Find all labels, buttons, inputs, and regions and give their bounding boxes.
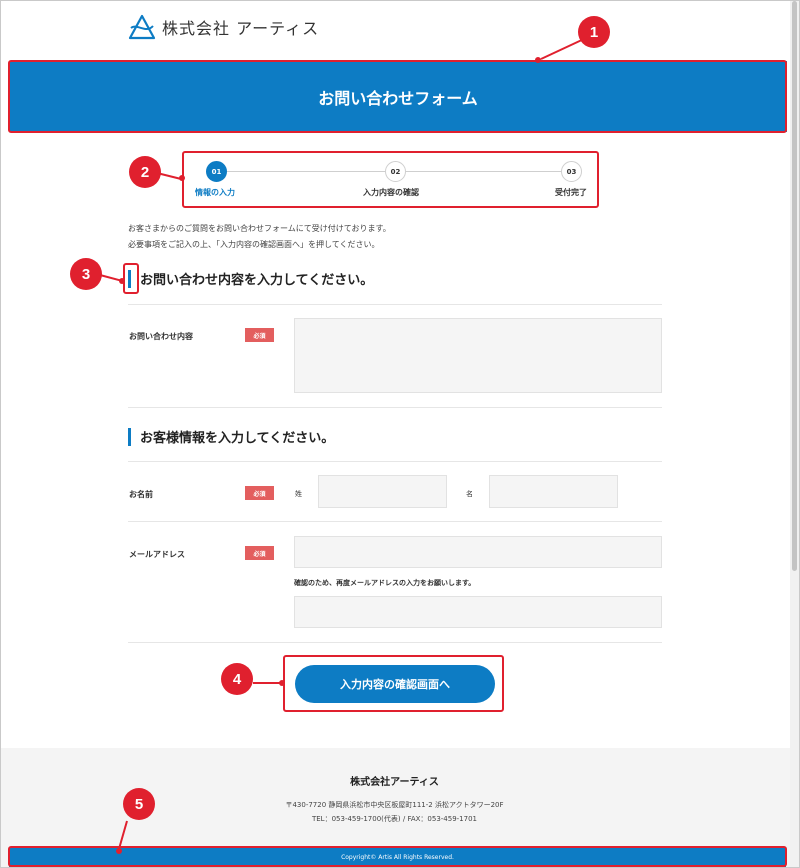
email-confirm-input[interactable] <box>294 596 662 628</box>
intro-line-1: お客さまからのご質問をお問い合わせフォームにて受け付けております。 <box>128 224 391 233</box>
annotation-box-1 <box>8 60 787 133</box>
required-badge: 必須 <box>245 328 274 342</box>
callout-2: 2 <box>129 156 161 188</box>
required-badge: 必須 <box>245 486 274 500</box>
callout-1-dot <box>535 57 541 63</box>
first-name-input[interactable] <box>489 475 618 508</box>
footer-company-name: 株式会社アーティス <box>350 777 439 788</box>
intro-line-2: 必要事項をご記入の上、「入力内容の確認画面へ」を押してください。 <box>128 240 380 249</box>
callout-5-dot <box>116 848 122 854</box>
inquiry-section-heading: お問い合わせ内容を入力してください。 <box>128 269 373 288</box>
callout-4: 4 <box>221 663 253 695</box>
divider <box>128 461 662 462</box>
last-name-input[interactable] <box>318 475 447 508</box>
email-confirm-note: 確認のため、再度メールアドレスの入力をお願いします。 <box>294 579 476 587</box>
intro-text: お客さまからのご質問をお問い合わせフォームにて受け付けております。 必要事項をご… <box>128 221 391 253</box>
annotation-box-2 <box>182 151 599 208</box>
callout-3-dot <box>119 278 125 284</box>
annotation-box-3 <box>123 263 139 294</box>
company-logo[interactable]: 株式会社 アーティス <box>128 12 319 42</box>
first-name-label: 名 <box>466 490 473 498</box>
callout-5: 5 <box>123 788 155 820</box>
footer-phone: TEL：053-459-1700(代表) / FAX：053-459-1701 <box>311 815 477 823</box>
divider <box>128 304 662 305</box>
required-badge: 必須 <box>245 546 274 560</box>
inquiry-heading-text: お問い合わせ内容を入力してください。 <box>140 273 374 288</box>
last-name-label: 姓 <box>295 490 302 498</box>
scrollbar-thumb[interactable] <box>792 1 797 571</box>
annotation-box-5 <box>8 846 787 867</box>
email-field-label: メールアドレス <box>129 550 185 559</box>
email-input[interactable] <box>294 536 662 568</box>
divider <box>128 407 662 408</box>
heading-accent-bar <box>128 427 131 446</box>
logo-mark-icon <box>128 14 156 40</box>
customer-heading-text: お客様情報を入力してください。 <box>140 431 335 446</box>
callout-4-dot <box>279 680 285 686</box>
inquiry-field-label: お問い合わせ内容 <box>129 332 193 341</box>
name-field-label: お名前 <box>129 490 153 499</box>
divider <box>128 521 662 522</box>
callout-2-dot <box>179 175 185 181</box>
footer-address: 〒430-7720 静岡県浜松市中央区板屋町111-2 浜松アクトタワー20F <box>285 801 504 809</box>
company-name: 株式会社 アーティス <box>162 19 320 38</box>
divider <box>128 642 662 643</box>
callout-1: 1 <box>578 16 610 48</box>
customer-section-heading: お客様情報を入力してください。 <box>128 427 334 446</box>
annotation-box-4 <box>283 655 504 712</box>
callout-3: 3 <box>70 258 102 290</box>
inquiry-textarea[interactable] <box>294 318 662 393</box>
vertical-scrollbar[interactable] <box>790 1 799 867</box>
